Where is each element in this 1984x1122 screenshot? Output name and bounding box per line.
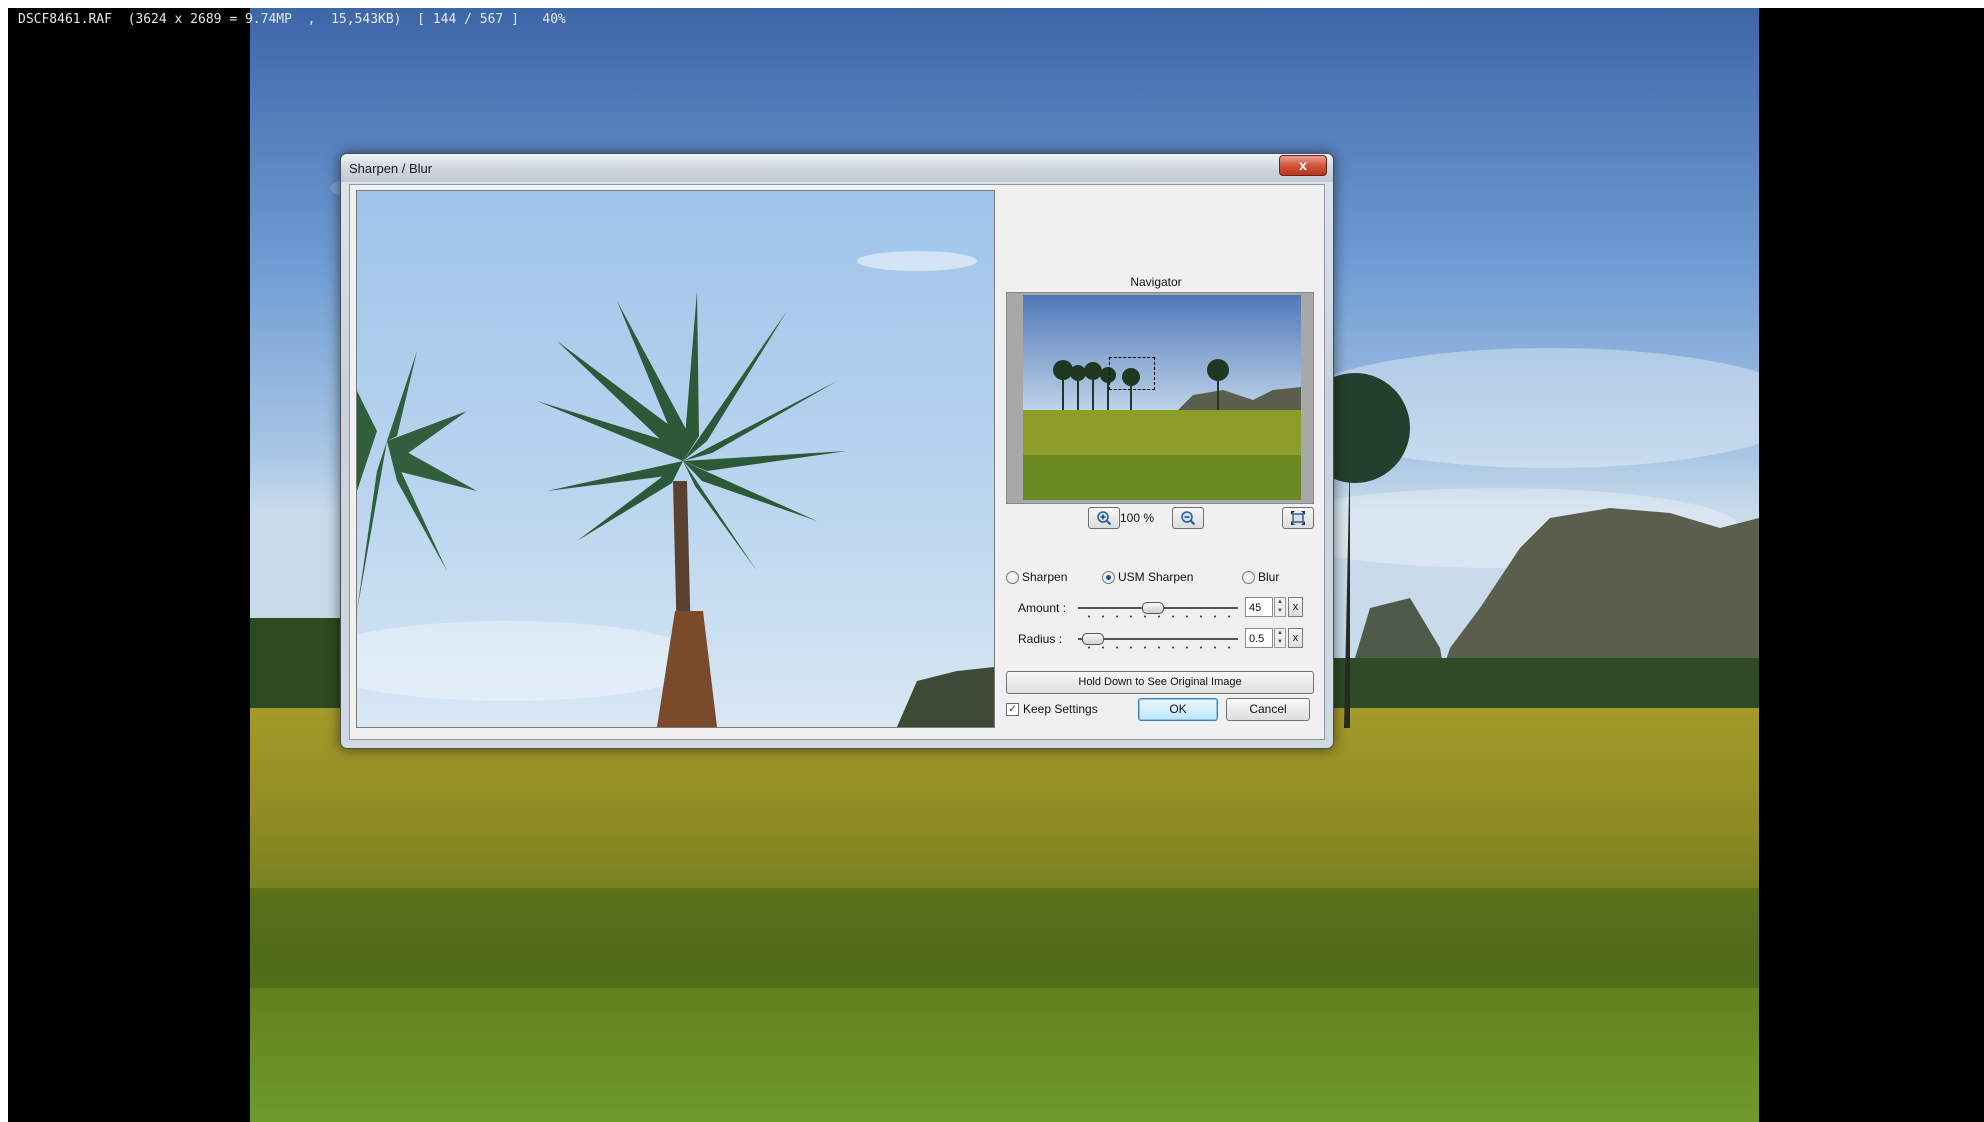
keep-settings-label: Keep Settings [1023, 702, 1098, 716]
radius-label: Radius : [1018, 632, 1063, 646]
zoom-out-button[interactable] [1172, 507, 1204, 529]
radius-row: Radius : 0.5 ▲ ▼ x [1002, 626, 1318, 654]
navigator-viewport-rect[interactable] [1109, 357, 1155, 390]
navigator-label: Navigator [1130, 275, 1182, 289]
radius-value-field[interactable]: 0.5 [1245, 628, 1273, 648]
spin-down-icon[interactable]: ▼ [1277, 639, 1283, 645]
navigator-thumbnail[interactable] [1023, 295, 1301, 500]
image-info-status: DSCF8461.RAF (3624 x 2689 = 9.74MP , 15,… [18, 12, 566, 27]
spin-down-icon[interactable]: ▼ [1277, 608, 1283, 614]
keep-settings-checkbox[interactable]: ✓ Keep Settings [1006, 702, 1098, 716]
preview-image[interactable] [356, 190, 995, 728]
radius-reset-button[interactable]: x [1288, 628, 1303, 648]
spin-up-icon[interactable]: ▲ [1277, 599, 1283, 605]
cancel-button[interactable]: Cancel [1226, 698, 1310, 721]
close-button[interactable]: x [1279, 155, 1327, 176]
amount-slider-ticks [1082, 615, 1236, 618]
keep-settings-check-icon[interactable]: ✓ [1006, 702, 1019, 716]
dialog-title: Sharpen / Blur [349, 161, 433, 176]
sharpen-radio[interactable]: Sharpen [1006, 570, 1067, 584]
amount-label: Amount : [1018, 601, 1067, 615]
zoom-out-icon [1181, 511, 1196, 526]
navigator[interactable] [1006, 292, 1314, 504]
amount-slider-thumb[interactable] [1142, 602, 1164, 614]
radius-spinner[interactable]: ▲ ▼ [1274, 628, 1286, 648]
usm-sharpen-radio-dot[interactable] [1102, 570, 1115, 584]
zoom-in-icon [1097, 511, 1112, 526]
blur-radio[interactable]: Blur [1242, 570, 1279, 584]
close-icon: x [1299, 157, 1307, 173]
usm-sharpen-radio[interactable]: USM Sharpen [1102, 570, 1193, 584]
control-panel: Navigator 100 % Sharpen USM Sharpen Blur… [1002, 185, 1318, 737]
amount-row: Amount : 45 ▲ ▼ x [1002, 595, 1318, 623]
blur-label: Blur [1258, 570, 1280, 584]
blur-radio-dot[interactable] [1242, 570, 1255, 584]
fit-to-window-icon [1291, 511, 1305, 525]
sharpen-label: Sharpen [1022, 570, 1068, 584]
zoom-in-button[interactable] [1088, 507, 1120, 529]
radius-slider-thumb[interactable] [1082, 633, 1104, 645]
dialog-titlebar[interactable]: Sharpen / Blur x [341, 154, 1333, 182]
radius-slider-ticks [1082, 646, 1236, 649]
zoom-level: 100 % [1120, 511, 1155, 525]
amount-spinner[interactable]: ▲ ▼ [1274, 597, 1286, 617]
ok-button[interactable]: OK [1138, 698, 1218, 721]
spin-up-icon[interactable]: ▲ [1277, 630, 1283, 636]
fit-to-window-button[interactable] [1282, 507, 1314, 529]
sharpen-radio-dot[interactable] [1006, 570, 1019, 584]
usm-sharpen-label: USM Sharpen [1118, 570, 1194, 584]
dialog-body: Navigator 100 % Sharpen USM Sharpen Blur… [349, 184, 1325, 740]
amount-value-field[interactable]: 45 [1245, 597, 1273, 617]
amount-reset-button[interactable]: x [1288, 597, 1303, 617]
sharpen-blur-dialog: Sharpen / Blur x Navigator 100 % Sharpen… [340, 153, 1334, 749]
hold-to-see-original-button[interactable]: Hold Down to See Original Image [1006, 671, 1314, 694]
